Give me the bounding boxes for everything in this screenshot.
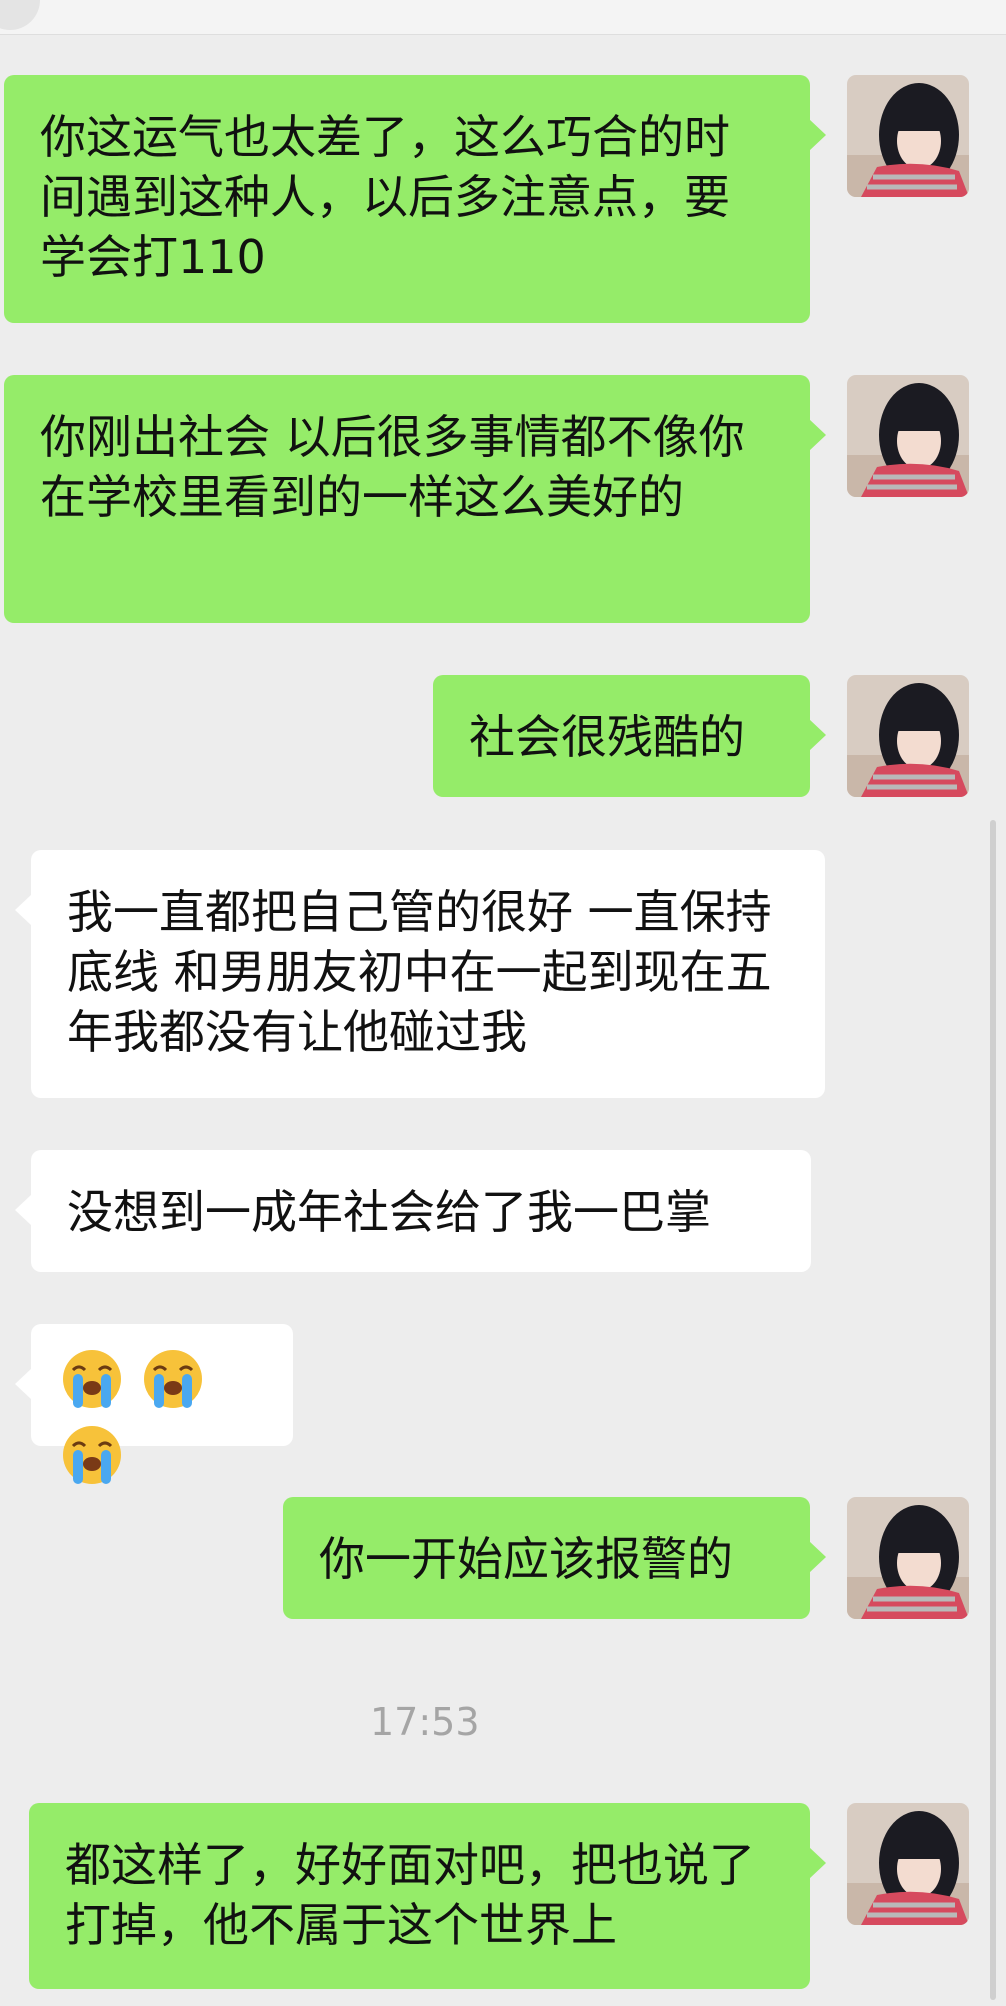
message-bubble-received[interactable]: 我一直都把自己管的很好 一直保持底线 和男朋友初中在一起到现在五年我都没有让他碰… (15, 850, 825, 1098)
message-text: 都这样了，好好面对吧，把也说了打掉，他不属于这个世界上 (65, 1838, 755, 1952)
loudly-crying-face-icon (61, 1424, 123, 1500)
loudly-crying-face-icon (61, 1348, 123, 1424)
avatar-image (847, 675, 969, 797)
message-bubble-sent[interactable]: 你刚出社会 以后很多事情都不像你在学校里看到的一样这么美好的 (4, 375, 826, 623)
avatar-image (847, 1803, 969, 1925)
message-bubble-sent[interactable]: 你这运气也太差了，这么巧合的时间遇到这种人，以后多注意点，要学会打110 (4, 75, 826, 323)
message-bubble-received[interactable] (15, 1324, 293, 1484)
message-bubble-sent[interactable]: 都这样了，好好面对吧，把也说了打掉，他不属于这个世界上 (29, 1803, 826, 1989)
loudly-crying-face-icon (142, 1348, 204, 1424)
avatar[interactable] (847, 675, 969, 797)
message-bubble-sent[interactable]: 社会很残酷的 (433, 675, 826, 797)
avatar-image (847, 375, 969, 497)
message-bubble-received[interactable]: 没想到一成年社会给了我一巴掌 (15, 1150, 811, 1272)
message-text: 你这运气也太差了，这么巧合的时间遇到这种人，以后多注意点，要学会打110 (40, 110, 730, 284)
message-bubble-sent[interactable]: 你一开始应该报警的 (283, 1497, 826, 1619)
avatar[interactable] (847, 1803, 969, 1925)
message-text: 你一开始应该报警的 (319, 1532, 733, 1586)
avatar[interactable] (847, 75, 969, 197)
top-left-corner (0, 0, 40, 30)
avatar-image (847, 75, 969, 197)
avatar[interactable] (847, 375, 969, 497)
timestamp: 17:53 (370, 1700, 480, 1744)
message-text: 你刚出社会 以后很多事情都不像你在学校里看到的一样这么美好的 (40, 410, 745, 524)
message-text: 社会很残酷的 (469, 710, 745, 764)
avatar[interactable] (847, 1497, 969, 1619)
message-text: 我一直都把自己管的很好 一直保持底线 和男朋友初中在一起到现在五年我都没有让他碰… (67, 885, 772, 1059)
scrollbar[interactable] (990, 820, 996, 2000)
message-text: 没想到一成年社会给了我一巴掌 (67, 1185, 711, 1239)
top-bar (0, 0, 1006, 35)
avatar-image (847, 1497, 969, 1619)
